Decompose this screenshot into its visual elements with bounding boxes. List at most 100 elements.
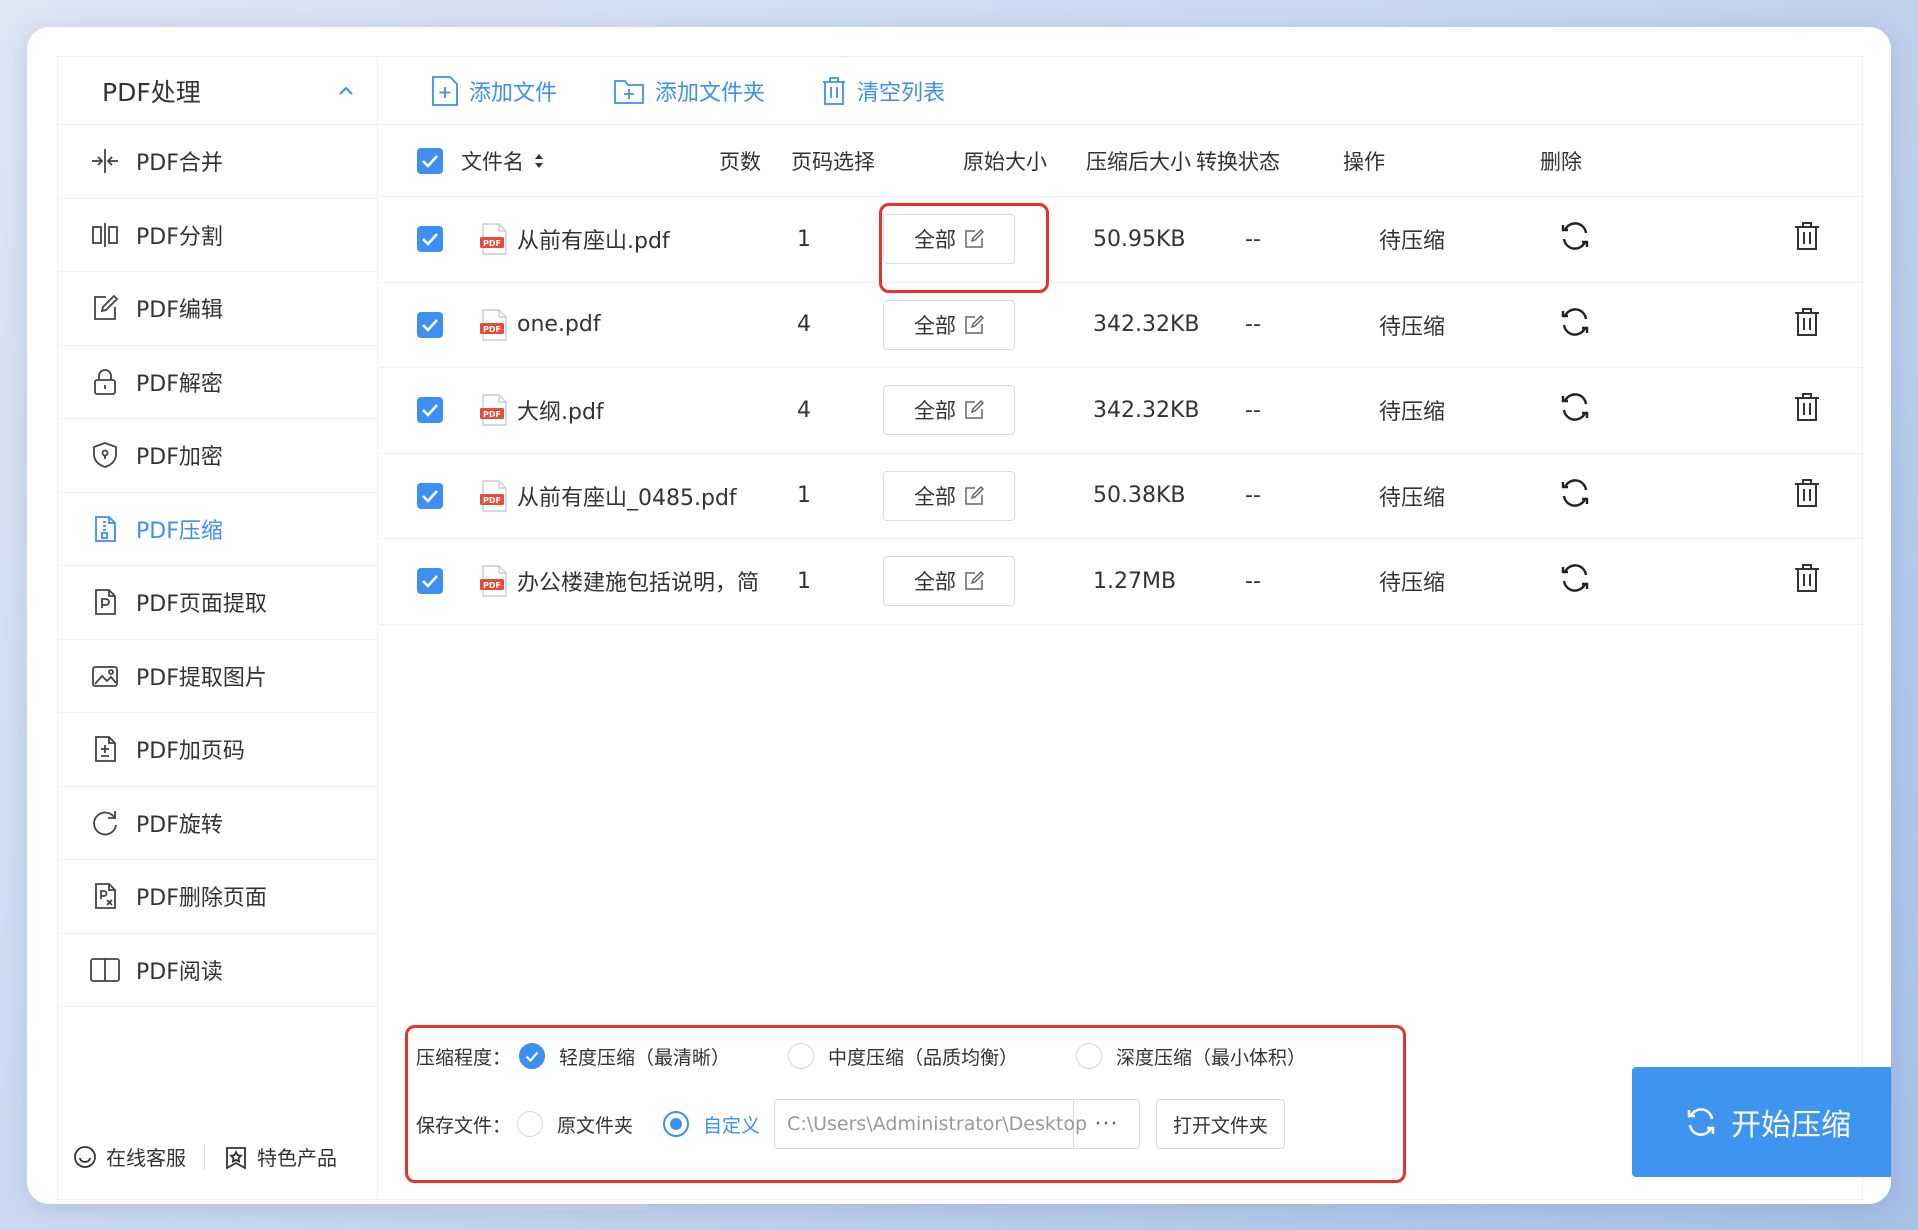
convert-action[interactable]: [1559, 220, 1591, 258]
sidebar-item-page-extract[interactable]: PDF页面提取: [58, 566, 377, 640]
page-range-button[interactable]: 全部: [883, 385, 1015, 436]
horizontal-scrollbar[interactable]: [57, 1204, 649, 1210]
start-compress-button[interactable]: 开始压缩: [1632, 1067, 1891, 1177]
option-medium-label: 中度压缩（品质均衡）: [828, 1046, 1019, 1069]
star-badge-icon: [226, 1146, 246, 1170]
table-row: PDF 大纲.pdf 4 全部 342.32KB -- 待压缩: [379, 368, 1862, 454]
page-range-label: 全部: [914, 228, 956, 253]
row-checkbox[interactable]: [417, 397, 443, 424]
radio-icon[interactable]: [1076, 1043, 1103, 1069]
compression-level-row: 压缩程度： 轻度压缩（最清晰） 中度压缩（品质均衡） 深度压缩（最小体积）: [416, 1036, 1306, 1076]
option-light-compress[interactable]: 轻度压缩（最清晰）: [519, 1043, 730, 1070]
sidebar-item-split[interactable]: PDF分割: [58, 199, 377, 272]
refresh-icon[interactable]: [1559, 306, 1591, 338]
file-name-cell: PDF 从前有座山.pdf: [479, 223, 789, 255]
original-size: 50.95KB: [1093, 226, 1186, 252]
convert-action[interactable]: [1559, 477, 1591, 515]
featured-products-link[interactable]: 特色产品: [223, 1142, 337, 1171]
column-status-header: 转换状态: [1196, 149, 1280, 174]
sidebar-item-rotate[interactable]: PDF旋转: [58, 787, 377, 860]
add-folder-button[interactable]: 添加文件夹: [613, 75, 765, 107]
row-checkbox[interactable]: [417, 311, 443, 338]
open-folder-button[interactable]: 打开文件夹: [1156, 1099, 1286, 1149]
sidebar: PDF处理 PDF合并 PDF分割 PDF编辑 PDF解密 PDF加密 PDF压…: [58, 57, 378, 1201]
sidebar-item-label: PDF删除页面: [136, 886, 267, 912]
page-range-cell: 全部: [883, 470, 1015, 521]
delete-row-button[interactable]: [1793, 478, 1821, 514]
save-location-label: 保存文件：: [416, 1114, 512, 1137]
compressed-size: --: [1245, 312, 1261, 338]
refresh-icon[interactable]: [1559, 562, 1591, 594]
delete-row-button[interactable]: [1793, 563, 1821, 599]
page-range-cell: 全部: [883, 214, 1015, 265]
clear-list-button[interactable]: 清空列表: [821, 75, 945, 107]
option-medium-compress[interactable]: 中度压缩（品质均衡）: [788, 1043, 1018, 1070]
sidebar-item-image-extract[interactable]: PDF提取图片: [58, 640, 377, 713]
sidebar-item-label: PDF编辑: [136, 298, 223, 324]
page-range-button[interactable]: 全部: [883, 299, 1015, 350]
sidebar-header[interactable]: PDF处理: [58, 57, 377, 125]
page-range-button[interactable]: 全部: [883, 556, 1015, 607]
sidebar-item-page-number[interactable]: PDF加页码: [58, 713, 377, 787]
chat-icon: [74, 1145, 96, 1168]
image-extract-icon: [88, 659, 122, 693]
sort-icon[interactable]: [534, 153, 544, 169]
sidebar-item-read[interactable]: PDF阅读: [58, 934, 377, 1007]
trash-icon: [1795, 478, 1819, 507]
convert-action[interactable]: [1559, 562, 1591, 600]
option-deep-compress[interactable]: 深度压缩（最小体积）: [1076, 1043, 1306, 1070]
sidebar-item-edit[interactable]: PDF编辑: [58, 272, 377, 346]
save-location-row: 保存文件： 原文件夹 自定义 C:\Users\Administrator\De…: [416, 1098, 1286, 1150]
sidebar-item-label: PDF提取图片: [136, 665, 267, 691]
save-path-input[interactable]: C:\Users\Administrator\Desktop: [774, 1099, 1087, 1149]
chevron-up-icon[interactable]: [337, 82, 355, 100]
refresh-icon[interactable]: [1559, 477, 1591, 509]
sidebar-item-label: PDF阅读: [136, 959, 223, 985]
column-delete-header: 删除: [1540, 149, 1582, 174]
convert-action[interactable]: [1559, 391, 1591, 429]
online-service-link[interactable]: 在线客服: [72, 1142, 186, 1171]
file-name: 从前有座山_0485.pdf: [517, 485, 737, 511]
option-custom-folder[interactable]: 自定义: [663, 1111, 760, 1138]
refresh-icon[interactable]: [1559, 220, 1591, 252]
delete-row-button[interactable]: [1793, 392, 1821, 428]
radio-icon[interactable]: [517, 1111, 544, 1137]
browse-button[interactable]: ···: [1074, 1099, 1141, 1149]
footer-divider: [204, 1143, 205, 1170]
sidebar-item-encrypt[interactable]: PDF加密: [58, 419, 377, 493]
trash-icon: [823, 76, 846, 105]
page-range-label: 全部: [914, 313, 956, 338]
option-original-folder[interactable]: 原文件夹: [517, 1111, 633, 1138]
select-all-checkbox[interactable]: [417, 147, 443, 174]
convert-action[interactable]: [1559, 306, 1591, 344]
column-after-size-header: 压缩后大小: [1086, 149, 1191, 174]
table-row: PDF one.pdf 4 全部 342.32KB -- 待压缩: [379, 283, 1862, 368]
edit-icon: [965, 314, 984, 334]
convert-status: 待压缩: [1379, 400, 1446, 426]
add-file-button[interactable]: 添加文件: [431, 75, 557, 107]
page-range-button[interactable]: 全部: [883, 470, 1015, 521]
refresh-icon[interactable]: [1559, 391, 1591, 423]
radio-checked-icon[interactable]: [519, 1043, 546, 1069]
row-checkbox[interactable]: [417, 482, 443, 509]
delete-row-button[interactable]: [1793, 307, 1821, 343]
page-count: 1: [797, 483, 811, 509]
file-name: one.pdf: [517, 312, 601, 338]
sidebar-item-page-delete[interactable]: PDF删除页面: [58, 860, 377, 934]
sidebar-item-label: PDF解密: [136, 371, 223, 397]
pdf-file-icon: PDF: [480, 223, 507, 255]
row-checkbox[interactable]: [417, 226, 443, 253]
column-range-header: 页码选择: [791, 149, 875, 174]
clear-list-label: 清空列表: [857, 80, 946, 106]
sidebar-item-decrypt[interactable]: PDF解密: [58, 346, 377, 419]
delete-row-button[interactable]: [1793, 221, 1821, 257]
page-range-cell: 全部: [883, 385, 1015, 436]
radio-icon[interactable]: [788, 1043, 815, 1069]
sidebar-item-merge[interactable]: PDF合并: [58, 125, 377, 199]
page-count: 1: [797, 568, 811, 594]
sidebar-item-compress[interactable]: PDF压缩: [58, 493, 377, 566]
radio-selected-icon[interactable]: [663, 1111, 690, 1137]
row-checkbox[interactable]: [417, 568, 443, 595]
file-name-cell: PDF 办公楼建施包括说明，简: [479, 565, 789, 597]
page-range-button[interactable]: 全部: [883, 214, 1015, 265]
